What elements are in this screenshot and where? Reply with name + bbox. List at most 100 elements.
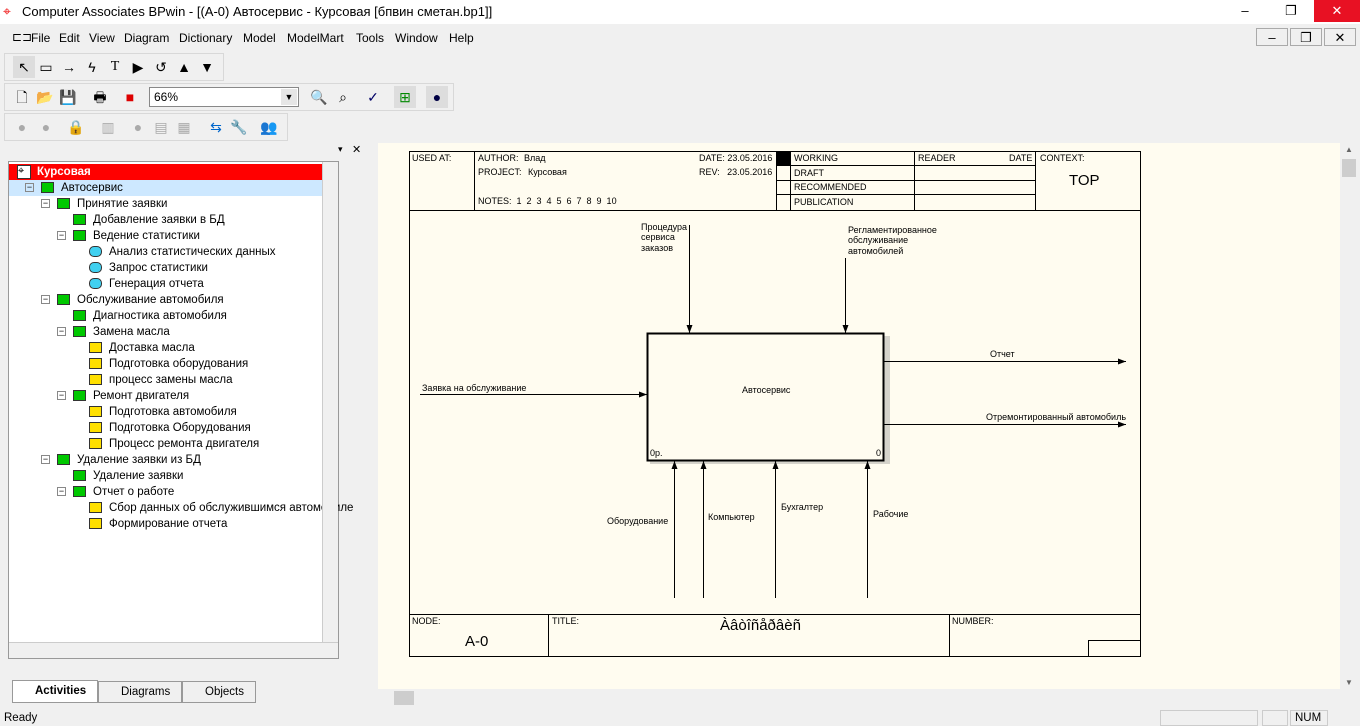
open-icon[interactable]: 📂 xyxy=(34,86,56,108)
tree-item[interactable]: Сбор данных об обслужившимся автомобиле xyxy=(9,500,353,516)
tree-item[interactable]: Доставка масла xyxy=(9,340,329,356)
tree-item[interactable]: − Ремонт двигателя xyxy=(9,388,329,404)
tree-item[interactable]: − Ведение статистики xyxy=(9,228,329,244)
activity-icon xyxy=(89,422,102,433)
tree-item[interactable]: Диагностика автомобиля xyxy=(9,308,329,324)
sibling-up-icon[interactable]: ▲ xyxy=(173,56,195,78)
explorer-tabs: Activities Diagrams Objects xyxy=(8,680,348,703)
activity-tree: ⌖ Курсовая − Автосервис − Принятие заявки Доба… xyxy=(8,161,353,659)
menu-diagram[interactable]: Diagram xyxy=(124,31,169,45)
model-explorer-icon[interactable]: ⊞ xyxy=(394,86,416,108)
tree-item[interactable]: − Автосервис xyxy=(9,180,329,196)
used-at-label: USED AT: xyxy=(412,153,452,163)
box-tool-icon[interactable]: ▭ xyxy=(35,56,57,78)
mdi-close-button[interactable]: ✕ xyxy=(1324,28,1356,46)
menu-view[interactable]: View xyxy=(89,31,115,45)
close-button[interactable]: ✕ xyxy=(1314,0,1360,22)
tree-item[interactable]: Подготовка оборудования xyxy=(9,356,329,372)
color-icon[interactable]: ■ xyxy=(119,86,141,108)
tree-item-label: Генерация отчета xyxy=(109,278,204,290)
tab-diagrams[interactable]: Diagrams xyxy=(98,681,182,703)
tree-item[interactable]: Анализ статистических данных xyxy=(9,244,329,260)
tree-item[interactable]: − Обслуживание автомобиля xyxy=(9,292,329,308)
go-to-child-icon[interactable]: ▶ xyxy=(127,56,149,78)
menu-edit[interactable]: Edit xyxy=(59,31,80,45)
modelmart-icon[interactable]: ● xyxy=(426,86,448,108)
diagram-canvas[interactable]: USED AT: AUTHOR: Влад PROJECT: Курсовая NOTES… xyxy=(378,143,1340,689)
zoom-fit-icon[interactable]: ⌕ xyxy=(332,86,354,108)
collapse-toggle[interactable]: − xyxy=(57,391,66,400)
reader-label: READER xyxy=(918,153,956,163)
tree-item[interactable]: ⌖ Курсовая xyxy=(9,164,329,180)
mdi-minimize-button[interactable]: – xyxy=(1256,28,1288,46)
tree-item[interactable]: Процесс ремонта двигателя xyxy=(9,436,329,452)
status-text: Ready xyxy=(4,712,38,724)
menu-dictionary[interactable]: Dictionary xyxy=(179,31,232,45)
tree-item[interactable]: процесс замены масла xyxy=(9,372,329,388)
activity-box-label: Автосервис xyxy=(742,385,791,395)
menu-modelmart[interactable]: ModelMart xyxy=(287,31,344,45)
tab-objects[interactable]: Objects xyxy=(182,681,256,703)
tree-item[interactable]: Удаление заявки xyxy=(9,468,329,484)
library-icon: ▥ xyxy=(101,119,115,135)
tree-item[interactable]: Запрос статистики xyxy=(9,260,329,276)
tab-activities[interactable]: Activities xyxy=(12,680,98,703)
menu-file[interactable]: File xyxy=(31,31,50,45)
pointer-tool-icon[interactable]: ↖ xyxy=(13,56,35,78)
menu-model[interactable]: Model xyxy=(243,31,276,45)
activity-icon xyxy=(73,310,86,321)
tree-item[interactable]: Подготовка автомобиля xyxy=(9,404,329,420)
print-icon[interactable]: 🖶 xyxy=(89,86,111,108)
sibling-down-icon[interactable]: ▼ xyxy=(196,56,218,78)
collapse-toggle[interactable]: − xyxy=(57,231,66,240)
collapse-toggle[interactable]: − xyxy=(41,295,50,304)
canvas-horizontal-scrollbar[interactable] xyxy=(378,689,1340,707)
tab-label: Diagrams xyxy=(121,686,171,698)
input-label: Заявка на обслуживание xyxy=(422,383,527,393)
minimize-button[interactable]: – xyxy=(1222,0,1268,22)
tree-item[interactable]: Подготовка Оборудования xyxy=(9,420,329,436)
vertical-scrollbar[interactable] xyxy=(322,162,338,642)
collapse-toggle[interactable]: − xyxy=(57,487,66,496)
menu-tools[interactable]: Tools xyxy=(356,31,384,45)
context-value: TOP xyxy=(1069,172,1100,189)
tree-item[interactable]: − Замена масла xyxy=(9,324,329,340)
status-recommended: RECOMMENDED xyxy=(794,182,867,192)
tree-item[interactable]: − Удаление заявки из БД xyxy=(9,452,329,468)
collapse-toggle[interactable]: − xyxy=(25,183,34,192)
panel-close-icon[interactable]: ✕ xyxy=(352,143,361,156)
tree-item[interactable]: Генерация отчета xyxy=(9,276,329,292)
menu-window[interactable]: Window xyxy=(395,31,438,45)
canvas-vertical-scrollbar[interactable]: ▲ ▼ xyxy=(1340,143,1360,689)
transfer-icon[interactable]: ⇆ xyxy=(205,116,227,138)
horizontal-scrollbar[interactable] xyxy=(9,642,338,658)
go-to-parent-icon[interactable]: ↺ xyxy=(150,56,172,78)
tree-item[interactable]: Формирование отчета xyxy=(9,516,329,532)
spell-check-icon[interactable]: ✓ xyxy=(362,86,384,108)
mdi-restore-button[interactable]: ❐ xyxy=(1290,28,1322,46)
squiggle-tool-icon[interactable]: ϟ xyxy=(81,56,103,78)
activity-icon xyxy=(73,390,86,401)
collapse-toggle[interactable]: − xyxy=(41,199,50,208)
text-tool-icon[interactable]: T xyxy=(104,56,126,78)
tree-item[interactable]: − Отчет о работе xyxy=(9,484,329,500)
activity-icon xyxy=(89,342,102,353)
tree-item-label: Подготовка оборудования xyxy=(109,358,249,370)
collapse-toggle[interactable]: − xyxy=(57,327,66,336)
tree-item[interactable]: Добавление заявки в БД xyxy=(9,212,329,228)
standard-toolbar: 🗋 📂 💾 🖶 ■ 66% ▼ 🔍 ⌕ ✓ ⊞ ● xyxy=(4,83,454,111)
zoom-in-icon[interactable]: 🔍 xyxy=(308,86,330,108)
panel-menu-icon[interactable]: ▾ xyxy=(338,144,343,155)
menu-help[interactable]: Help xyxy=(449,31,474,45)
new-icon[interactable]: 🗋 xyxy=(11,86,33,108)
maximize-button[interactable]: ❐ xyxy=(1268,0,1314,22)
zoom-select[interactable]: 66% ▼ xyxy=(149,87,299,107)
activity-number: 0 xyxy=(876,448,882,458)
chevron-down-icon[interactable]: ▼ xyxy=(281,89,297,105)
save-icon[interactable]: 💾 xyxy=(57,86,79,108)
tree-item[interactable]: − Принятие заявки xyxy=(9,196,329,212)
date-value: DATE: 23.05.2016 xyxy=(699,153,773,163)
num-lock-indicator: NUM xyxy=(1290,710,1328,726)
arrow-tool-icon[interactable]: → xyxy=(58,56,80,78)
collapse-toggle[interactable]: − xyxy=(41,455,50,464)
